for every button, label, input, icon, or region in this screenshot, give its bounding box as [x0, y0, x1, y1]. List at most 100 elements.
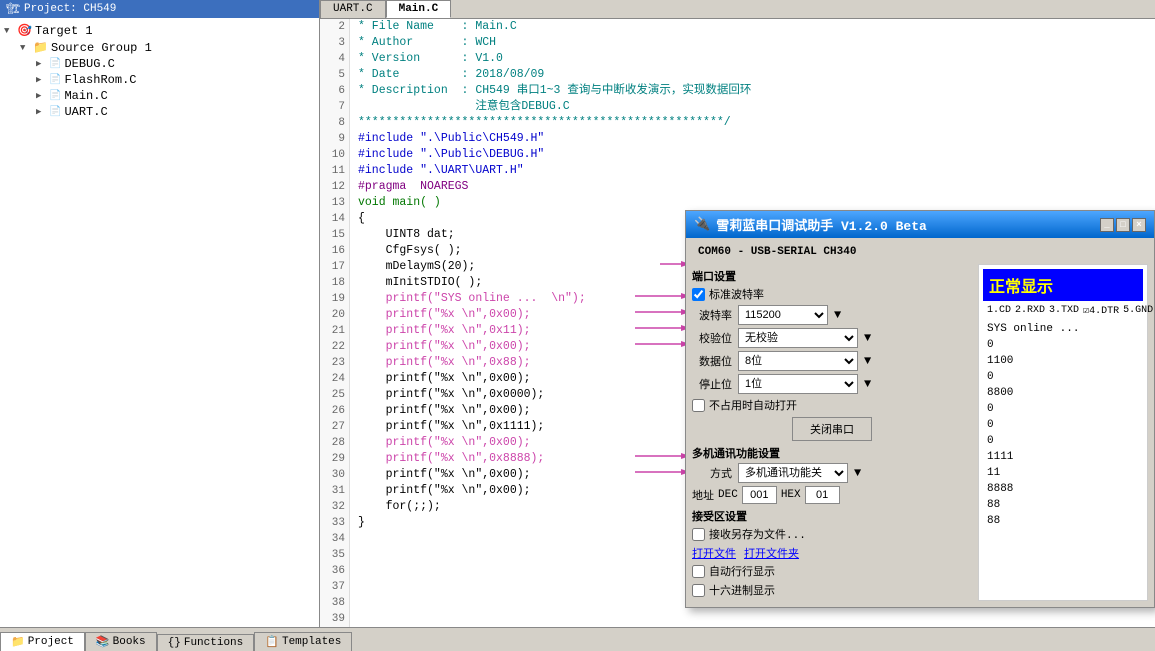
tab-uartc[interactable]: UART.C [320, 0, 386, 18]
stopbits-row: 停止位 1位 2位 ▼ [692, 374, 972, 394]
file-label-uartc: UART.C [64, 105, 107, 119]
books-tab-icon: 📚 [96, 635, 110, 649]
stopbits-select[interactable]: 1位 2位 [738, 374, 858, 394]
databits-row: 数据位 8位 7位 ▼ [692, 351, 972, 371]
target-label: Target 1 [35, 24, 93, 38]
auto-open-row: 不占用时自动打开 [692, 397, 972, 413]
books-tab-label: Books [113, 636, 146, 648]
auto-display-checkbox[interactable] [692, 565, 705, 578]
project-title-bar: 🏗 Project: CH549 [0, 0, 319, 18]
maximize-button[interactable]: □ [1116, 218, 1130, 232]
file-icon-mainc: 📄 [49, 90, 61, 102]
dialog-controls: _ □ × [1100, 218, 1146, 232]
parity-select[interactable]: 无校验 奇校验 偶校验 [738, 328, 858, 348]
addr-dec-input[interactable] [742, 486, 777, 504]
recv-section: 接受区设置 接收另存为文件... 打开文件 打开文件夹 自动行行显示 [692, 508, 972, 598]
project-tree: ▼ 🎯 Target 1 ▼ 📁 Source Group 1 ▶ 📄 DEBU… [0, 18, 319, 627]
auto-display-label: 自动行行显示 [709, 563, 775, 579]
addr-hex-input[interactable] [805, 486, 840, 504]
project-tab-icon: 📁 [11, 635, 25, 649]
standard-baud-label: 标准波特率 [709, 286, 764, 302]
expand-icon-mainc: ▶ [36, 91, 46, 101]
minimize-button[interactable]: _ [1100, 218, 1114, 232]
signal-dtr: ☑4.DTR [1083, 305, 1119, 317]
target-icon: 🎯 [17, 23, 32, 38]
sourcegroup-label: Source Group 1 [51, 41, 152, 55]
file-icon-uartc: 📄 [49, 106, 61, 118]
line-numbers: 2345678910111213141516171819202122232425… [320, 19, 350, 627]
mode-select[interactable]: 多机通讯功能关 [738, 463, 848, 483]
addr-label: 地址 [692, 487, 714, 503]
file-label-mainc: Main.C [64, 89, 107, 103]
auto-open-label: 不占用时自动打开 [709, 397, 797, 413]
multi-comm-section: 多机通讯功能设置 方式 多机通讯功能关 ▼ 地址 DEC H [692, 445, 972, 504]
signal-gnd: 5.GND [1123, 305, 1153, 317]
save-file-label: 接收另存为文件... [709, 526, 806, 542]
close-button[interactable]: × [1132, 218, 1146, 232]
open-file-link[interactable]: 打开文件 [692, 545, 736, 561]
functions-tab-icon: {} [168, 637, 181, 649]
templates-tab-label: Templates [282, 636, 341, 648]
tree-item-uartc[interactable]: ▶ 📄 UART.C [4, 104, 315, 120]
mode-row: 方式 多机通讯功能关 ▼ [692, 463, 972, 483]
signal-rxd: 2.RXD [1015, 305, 1045, 317]
file-icon-flashromc: 📄 [49, 74, 61, 86]
tree-item-debugc[interactable]: ▶ 📄 DEBUG.C [4, 56, 315, 72]
project-icon: 🏗 [6, 2, 20, 16]
auto-open-checkbox[interactable] [692, 399, 705, 412]
tab-mainc[interactable]: Main.C [386, 0, 452, 18]
parity-row: 校验位 无校验 奇校验 偶校验 ▼ [692, 328, 972, 348]
expand-icon-uartc: ▶ [36, 107, 46, 117]
file-label-debugc: DEBUG.C [64, 57, 114, 71]
mode-label: 方式 [692, 465, 732, 481]
close-port-button[interactable]: 关闭串口 [792, 417, 872, 441]
dec-label: DEC [718, 489, 738, 501]
mode-arrow: ▼ [854, 466, 861, 480]
tab-project[interactable]: 📁 Project [0, 632, 85, 651]
serial-body: COM60 - USB-SERIAL CH340 端口设置 标准波特率 波特率 … [686, 238, 1154, 607]
tab-templates[interactable]: 📋 Templates [254, 632, 352, 651]
signal-cd: 1.CD [987, 305, 1011, 317]
hex-display-checkbox[interactable] [692, 584, 705, 597]
open-folder-link[interactable]: 打开文件夹 [744, 545, 799, 561]
expand-icon-flashromc: ▶ [36, 75, 46, 85]
recv-title: 接受区设置 [692, 508, 972, 524]
signal-row: 1.CD 2.RXD 3.TXD ☑4.DTR 5.GND [983, 305, 1143, 317]
baud-label: 波特率 [692, 307, 732, 323]
standard-baud-checkbox[interactable] [692, 288, 705, 301]
serial-dialog-title: 雪莉蓝串口调试助手 V1.2.0 Beta [716, 215, 927, 234]
stopbits-label: 停止位 [692, 376, 732, 392]
normal-display-banner: 正常显示 [983, 269, 1143, 301]
expand-icon-debugc: ▶ [36, 59, 46, 69]
file-label-flashromc: FlashRom.C [64, 73, 136, 87]
save-file-checkbox[interactable] [692, 528, 705, 541]
tree-item-sourcegroup[interactable]: ▼ 📁 Source Group 1 [4, 39, 315, 56]
standard-baud-row: 标准波特率 [692, 286, 972, 302]
tree-item-mainc[interactable]: ▶ 📄 Main.C [4, 88, 315, 104]
code-tabs: UART.C Main.C [320, 0, 1155, 19]
project-panel: 🏗 Project: CH549 ▼ 🎯 Target 1 ▼ 📁 Source… [0, 0, 320, 627]
serial-dialog-icon: 🔌 [694, 217, 710, 232]
expand-icon-target1: ▼ [4, 26, 14, 36]
project-tab-label: Project [28, 636, 74, 648]
hex-display-label: 十六进制显示 [709, 582, 775, 598]
signal-txd: 3.TXD [1049, 305, 1079, 317]
tree-item-target1[interactable]: ▼ 🎯 Target 1 [4, 22, 315, 39]
port-settings-title: 端口设置 [692, 268, 972, 284]
addr-row: 地址 DEC HEX [692, 486, 972, 504]
bottom-tab-bar: 📁 Project 📚 Books {} Functions 📋 Templat… [0, 627, 1155, 651]
baud-row: 波特率 115200 9600 19200 38400 57600 230400… [692, 305, 972, 325]
file-icon-debugc: 📄 [49, 58, 61, 70]
parity-arrow: ▼ [864, 331, 871, 345]
serial-output: SYS online ...01100088000001111118888888… [983, 321, 1143, 529]
serial-dialog: 🔌 雪莉蓝串口调试助手 V1.2.0 Beta _ □ × COM60 - US… [685, 210, 1155, 608]
functions-tab-label: Functions [184, 637, 243, 649]
parity-label: 校验位 [692, 330, 732, 346]
tree-item-flashromc[interactable]: ▶ 📄 FlashRom.C [4, 72, 315, 88]
baud-select[interactable]: 115200 9600 19200 38400 57600 230400 [738, 305, 828, 325]
tab-books[interactable]: 📚 Books [85, 632, 157, 651]
databits-select[interactable]: 8位 7位 [738, 351, 858, 371]
settings-column: 端口设置 标准波特率 波特率 115200 9600 19200 38400 5… [692, 264, 972, 601]
folder-icon: 📁 [33, 40, 48, 55]
tab-functions[interactable]: {} Functions [157, 634, 255, 651]
